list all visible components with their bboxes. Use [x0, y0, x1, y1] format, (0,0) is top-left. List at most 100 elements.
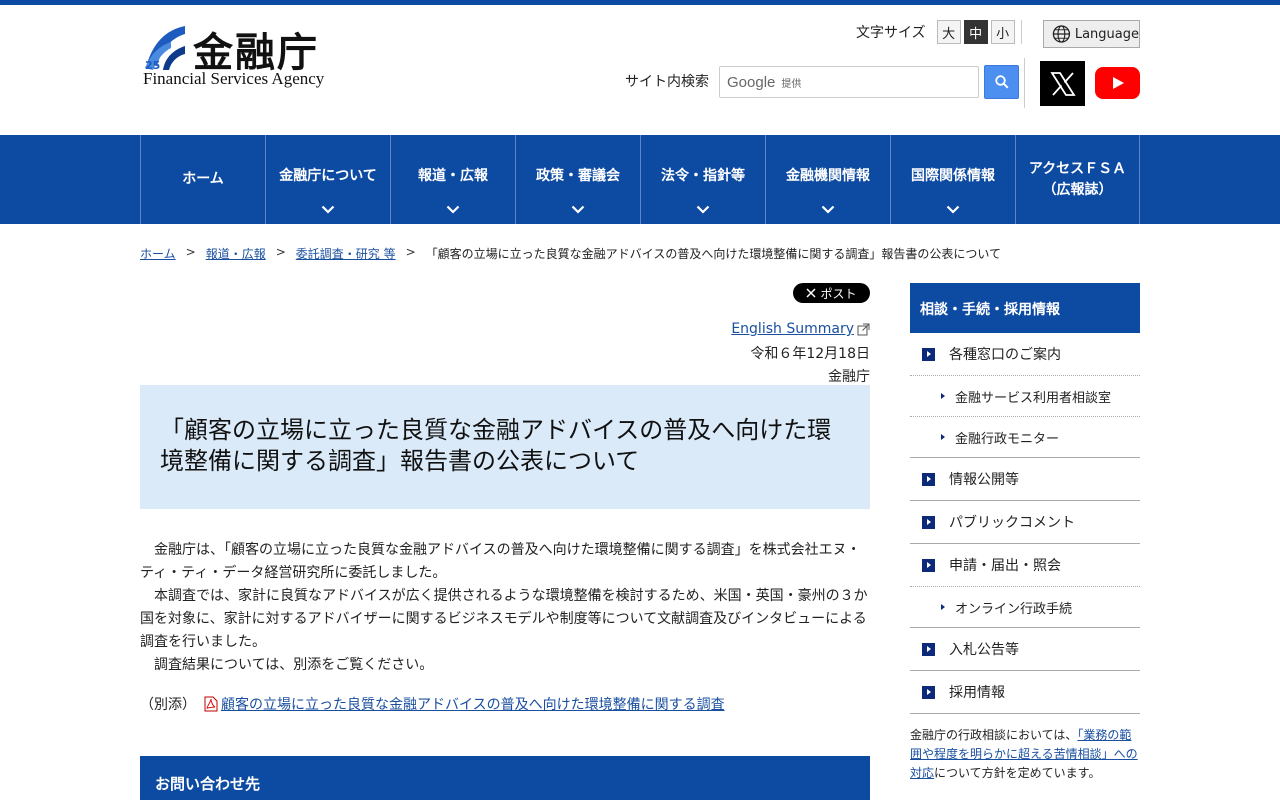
- sidebar-subitem-online[interactable]: オンライン行政手続: [910, 587, 1140, 628]
- font-size-small-button[interactable]: 小: [990, 20, 1015, 44]
- nav-international[interactable]: 国際関係情報: [890, 135, 1015, 224]
- x-logo-icon: [1049, 71, 1076, 96]
- triangle-right-icon: [941, 393, 945, 399]
- search-input[interactable]: Google 提供: [719, 66, 979, 98]
- sidebar-subitem-consultation[interactable]: 金融サービス利用者相談室: [910, 376, 1140, 417]
- pdf-icon: [204, 696, 218, 712]
- arrow-square-icon: [922, 558, 935, 572]
- sidebar-menu: 各種窓口のご案内 金融サービス利用者相談室 金融行政モニター 情報公開等 パブリ…: [910, 333, 1140, 714]
- triangle-right-icon: [941, 434, 945, 440]
- search-button[interactable]: [984, 65, 1019, 99]
- nav-press[interactable]: 報道・広報: [390, 135, 515, 224]
- page-title: 「顧客の立場に立った良質な金融アドバイスの普及へ向けた環境整備に関する調査」報告…: [160, 416, 832, 476]
- nav-label: 国際関係情報: [911, 168, 995, 184]
- sidebar-item-windows[interactable]: 各種窓口のご案内: [910, 333, 1140, 376]
- breadcrumb: ホーム > 報道・広報 > 委託調査・研究 等 > 「顧客の立場に立った良質な金…: [140, 245, 1001, 262]
- note-text: 金融庁の行政相談においては、: [910, 728, 1078, 742]
- chevron-down-icon: [696, 205, 710, 214]
- sidebar-item-label: 採用情報: [949, 685, 1005, 701]
- fsa-logo[interactable]: 25 金融庁 Financial Services Agency: [141, 22, 341, 92]
- page-title-box: 「顧客の立場に立った良質な金融アドバイスの普及へ向けた環境整備に関する調査」報告…: [140, 385, 870, 509]
- chevron-down-icon: [821, 205, 835, 214]
- google-logo: Google: [727, 73, 776, 91]
- arrow-square-icon: [922, 685, 935, 699]
- google-provided-label: 提供: [781, 78, 802, 90]
- x-small-icon: [806, 288, 817, 298]
- nav-home[interactable]: ホーム: [140, 135, 265, 224]
- language-button[interactable]: Language: [1043, 20, 1140, 48]
- header-divider: [1021, 20, 1022, 44]
- font-size-medium-button[interactable]: 中: [963, 20, 988, 44]
- font-size-label: 文字サイズ: [856, 25, 926, 41]
- search-icon: [994, 75, 1009, 89]
- x-post-button[interactable]: ポスト: [793, 283, 870, 303]
- youtube-button[interactable]: [1095, 67, 1140, 99]
- sidebar-item-recruitment[interactable]: 採用情報: [910, 671, 1140, 714]
- top-accent-bar: [0, 0, 1280, 5]
- sidebar-item-label: 各種窓口のご案内: [949, 347, 1061, 363]
- chevron-down-icon: [571, 205, 585, 214]
- triangle-right-icon: [941, 604, 945, 610]
- sidebar-subitem-monitor[interactable]: 金融行政モニター: [910, 417, 1140, 458]
- nav-about[interactable]: 金融庁について: [265, 135, 390, 224]
- sidebar-item-label: 情報公開等: [949, 472, 1019, 488]
- nav-label: 政策・審議会: [536, 168, 620, 184]
- nav-institutions[interactable]: 金融機関情報: [765, 135, 890, 224]
- arrow-square-icon: [922, 515, 935, 529]
- article-body: 金融庁は、「顧客の立場に立った良質な金融アドバイスの普及へ向けた環境整備に関する…: [140, 539, 870, 677]
- english-summary[interactable]: English Summary: [731, 321, 870, 337]
- font-size-control: 文字サイズ 大 中 小: [856, 20, 1015, 44]
- sidebar-note: 金融庁の行政相談においては、「業務の範囲や程度を明らかに超える苦情相談」への対応…: [910, 726, 1142, 783]
- nav-label: 金融機関情報: [786, 168, 870, 184]
- arrow-square-icon: [922, 472, 935, 486]
- sidebar-subitem-label: オンライン行政手続: [955, 601, 1073, 617]
- nav-policy[interactable]: 政策・審議会: [515, 135, 640, 224]
- breadcrumb-research[interactable]: 委託調査・研究 等: [296, 245, 396, 262]
- arrow-square-icon: [922, 347, 935, 361]
- font-size-large-button[interactable]: 大: [936, 20, 961, 44]
- header-divider-2: [1024, 58, 1025, 108]
- english-summary-link[interactable]: English Summary: [731, 321, 854, 337]
- sidebar-item-public-comment[interactable]: パブリックコメント: [910, 501, 1140, 544]
- breadcrumb-current: 「顧客の立場に立った良質な金融アドバイスの普及へ向けた環境整備に関する調査」報告…: [425, 247, 1001, 261]
- arrow-square-icon: [922, 642, 935, 656]
- chevron-down-icon: [446, 205, 460, 214]
- global-navigation: ホーム 金融庁について 報道・広報 政策・審議会 法令・指針等 金融機関情報 国…: [0, 135, 1280, 224]
- attachment-row: （別添） 顧客の立場に立った良質な金融アドバイスの普及へ向けた環境整備に関する調…: [140, 694, 725, 714]
- body-paragraph: 調査結果については、別添をご覧ください。: [154, 657, 434, 673]
- logo-english: Financial Services Agency: [143, 69, 325, 88]
- sidebar-subitem-label: 金融行政モニター: [955, 431, 1060, 447]
- nav-label: アクセスＦＳＡ （広報誌）: [1028, 160, 1127, 198]
- nav-label: 金融庁について: [279, 168, 377, 184]
- play-icon: [1112, 77, 1124, 89]
- sidebar-item-label: 申請・届出・照会: [949, 558, 1061, 574]
- sidebar-subitem-label: 金融サービス利用者相談室: [955, 390, 1112, 406]
- body-paragraph: 本調査では、家計に良質なアドバイスが広く提供されるような環境整備を検討するため、…: [140, 588, 868, 650]
- attachment-label: （別添）: [140, 697, 196, 713]
- sidebar-item-label: パブリックコメント: [949, 515, 1075, 531]
- breadcrumb-press[interactable]: 報道・広報: [206, 245, 266, 262]
- publish-date: 令和６年12月18日: [750, 346, 870, 362]
- sidebar-item-applications[interactable]: 申請・届出・照会: [910, 544, 1140, 587]
- breadcrumb-home[interactable]: ホーム: [140, 245, 176, 262]
- publisher: 金融庁: [828, 369, 870, 385]
- sidebar-item-bidding[interactable]: 入札公告等: [910, 628, 1140, 671]
- nav-label: ホーム: [182, 171, 224, 187]
- note-text-end: について方針を定めています。: [934, 766, 1101, 780]
- nav-label: 報道・広報: [418, 168, 488, 184]
- x-social-button[interactable]: [1040, 61, 1085, 106]
- external-link-icon: [857, 323, 870, 335]
- sidebar-item-disclosure[interactable]: 情報公開等: [910, 458, 1140, 501]
- language-label: Language: [1074, 26, 1139, 42]
- globe-icon: [1052, 25, 1071, 43]
- breadcrumb-separator: >: [405, 245, 416, 259]
- nav-access-fsa[interactable]: アクセスＦＳＡ （広報誌）: [1015, 135, 1140, 224]
- sidebar-item-label: 入札公告等: [949, 642, 1019, 658]
- chevron-down-icon: [946, 205, 960, 214]
- contact-heading: お問い合わせ先: [140, 756, 870, 800]
- site-search-label: サイト内検索: [625, 74, 709, 90]
- nav-laws[interactable]: 法令・指針等: [640, 135, 765, 224]
- fsa-emblem-icon: 25: [145, 26, 185, 70]
- post-label: ポスト: [820, 286, 857, 301]
- attachment-pdf-link[interactable]: 顧客の立場に立った良質な金融アドバイスの普及へ向けた環境整備に関する調査: [221, 694, 725, 714]
